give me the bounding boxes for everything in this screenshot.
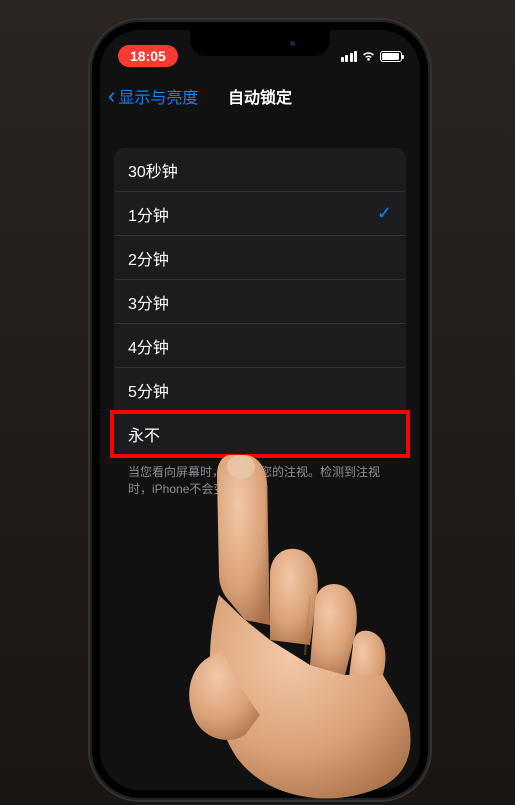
back-label: 显示与亮度 (118, 84, 198, 108)
option-label: 30秒钟 (128, 158, 178, 182)
wifi-icon (361, 51, 376, 62)
option-label: 4分钟 (128, 334, 169, 358)
option-label: 3分钟 (128, 290, 169, 314)
option-row[interactable]: 1分钟 ✓ (114, 192, 406, 236)
phone-screen: 18:05 ‹ 显示与亮度 自动锁定 30秒钟 1分钟 ✓ 2分钟 3分钟 4分钟 5分钟永… (100, 30, 420, 790)
status-time: 18:05 (118, 45, 178, 67)
notch (190, 30, 330, 56)
phone-frame: 18:05 ‹ 显示与亮度 自动锁定 30秒钟 1分钟 ✓ 2分钟 3分钟 4分钟 5分钟永… (90, 20, 430, 800)
back-button[interactable]: ‹ 显示与亮度 (108, 84, 198, 108)
option-label: 1分钟 (128, 202, 169, 226)
option-label: 5分钟 (128, 378, 169, 402)
status-icons (341, 51, 403, 62)
battery-icon (380, 51, 402, 62)
option-row[interactable]: 4分钟 (114, 324, 406, 368)
chevron-left-icon: ‹ (108, 85, 115, 107)
option-row[interactable]: 3分钟 (114, 280, 406, 324)
option-row[interactable]: 30秒钟 (114, 148, 406, 192)
options-list: 30秒钟 1分钟 ✓ 2分钟 3分钟 4分钟 5分钟永不 (114, 148, 406, 456)
option-label: 2分钟 (128, 246, 169, 270)
option-row[interactable]: 5分钟 (114, 368, 406, 412)
footer-text: 当您看向屏幕时，会检测您的注视。检测到注视时，iPhone不会变暗。 (128, 464, 392, 498)
page-title: 自动锁定 (228, 84, 292, 108)
checkmark-icon: ✓ (377, 203, 392, 224)
option-row[interactable]: 2分钟 (114, 236, 406, 280)
option-label: 永不 (128, 422, 160, 446)
nav-bar: ‹ 显示与亮度 自动锁定 (100, 74, 420, 118)
signal-icon (341, 51, 358, 62)
option-row[interactable]: 永不 (114, 412, 406, 456)
